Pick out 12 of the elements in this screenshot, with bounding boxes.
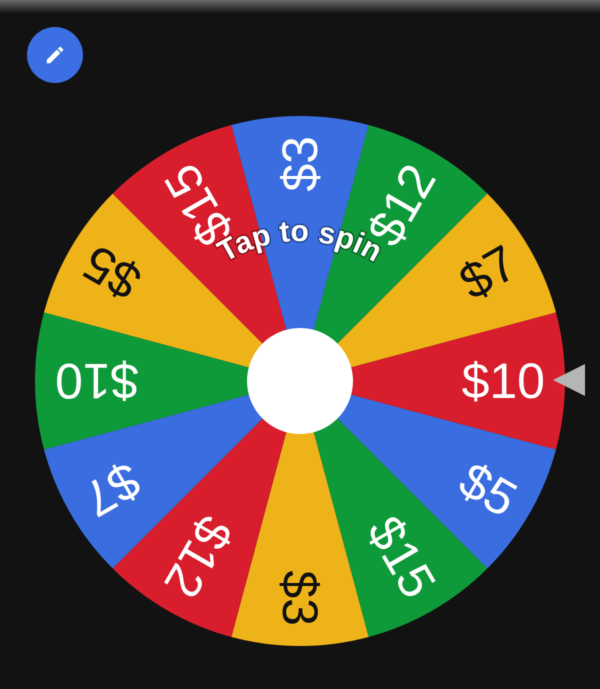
segment-label: $15 xyxy=(356,506,447,608)
segment-label: $3 xyxy=(272,136,328,192)
pencil-icon xyxy=(44,44,66,66)
pointer-icon xyxy=(553,364,585,396)
segment-label: $10 xyxy=(462,353,545,409)
segment-label: $10 xyxy=(55,353,138,409)
segment-label: $3 xyxy=(272,570,328,626)
segment-label: $7 xyxy=(74,451,150,528)
segment-label: $5 xyxy=(74,234,150,311)
segment-label: $7 xyxy=(450,234,526,311)
segment-label: $12 xyxy=(153,506,244,608)
segment-label: $5 xyxy=(450,451,526,528)
